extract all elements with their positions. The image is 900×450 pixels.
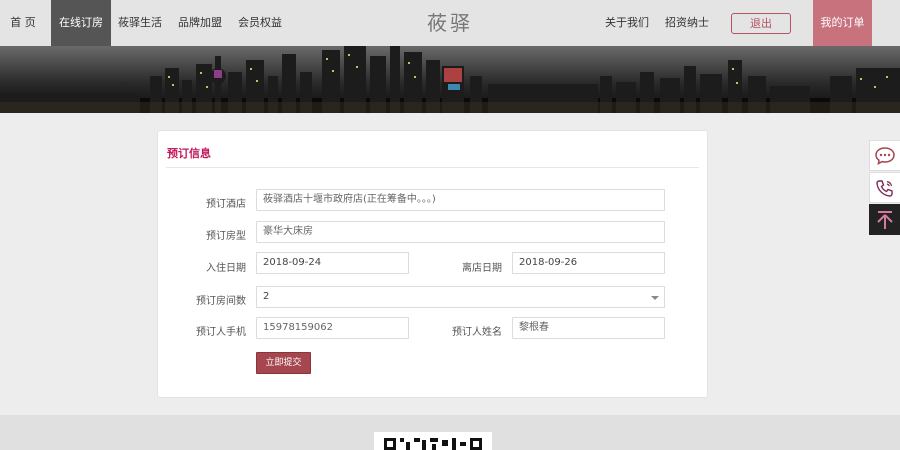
side-toolbar xyxy=(869,140,900,236)
form-title: 预订信息 xyxy=(167,147,211,160)
top-nav: 首 页 在线订房 莜驿生活 品牌加盟 会员权益 莜驿 关于我们 招资纳士 退出 … xyxy=(0,0,900,46)
hotel-label: 预订酒店 xyxy=(206,199,246,210)
nav-online-booking[interactable]: 在线订房 xyxy=(51,0,111,46)
phone-button[interactable] xyxy=(869,172,900,203)
logout-button[interactable]: 退出 xyxy=(731,13,791,34)
nav-home[interactable]: 首 页 xyxy=(0,0,46,46)
title-divider xyxy=(166,167,699,168)
nav-invest[interactable]: 招资纳士 xyxy=(662,0,712,46)
skyline-image xyxy=(0,46,900,113)
back-to-top-icon xyxy=(877,210,893,229)
checkout-label: 离店日期 xyxy=(462,263,502,274)
qr-code-image xyxy=(384,438,482,450)
nav-member[interactable]: 会员权益 xyxy=(235,0,285,46)
nav-lifestyle[interactable]: 莜驿生活 xyxy=(115,0,165,46)
rooms-select[interactable]: 2 xyxy=(256,286,665,308)
name-label: 预订人姓名 xyxy=(452,327,502,338)
phone-label: 预订人手机 xyxy=(196,327,246,338)
phone-icon xyxy=(876,179,893,197)
room-type-label: 预订房型 xyxy=(206,231,246,242)
qr-code xyxy=(374,432,492,450)
nav-brand[interactable]: 品牌加盟 xyxy=(175,0,225,46)
submit-button[interactable]: 立即提交 xyxy=(256,352,311,374)
rooms-select-value: 2 xyxy=(263,291,270,302)
room-type-field[interactable]: 豪华大床房 xyxy=(256,221,665,243)
my-orders-button[interactable]: 我的订单 xyxy=(813,0,872,46)
checkin-label: 入住日期 xyxy=(206,263,246,274)
back-to-top-button[interactable] xyxy=(869,204,900,235)
checkout-date-field[interactable]: 2018-09-26 xyxy=(512,252,665,274)
nav-about[interactable]: 关于我们 xyxy=(600,0,654,46)
checkin-date-field[interactable]: 2018-09-24 xyxy=(256,252,409,274)
rooms-label: 预订房间数 xyxy=(196,296,246,307)
name-field[interactable]: 黎根春 xyxy=(512,317,665,339)
phone-field[interactable]: 15978159062 xyxy=(256,317,409,339)
hotel-field[interactable]: 莜驿酒店十堰市政府店(正在筹备中。。。) xyxy=(256,189,665,211)
chat-button[interactable] xyxy=(869,140,900,171)
chevron-down-icon xyxy=(651,296,659,300)
booking-form-card: 预订信息 预订酒店 莜驿酒店十堰市政府店(正在筹备中。。。) 预订房型 豪华大床… xyxy=(157,130,708,398)
site-logo[interactable]: 莜驿 xyxy=(420,0,480,46)
chat-icon xyxy=(875,146,895,165)
city-skyline-banner xyxy=(0,46,900,113)
